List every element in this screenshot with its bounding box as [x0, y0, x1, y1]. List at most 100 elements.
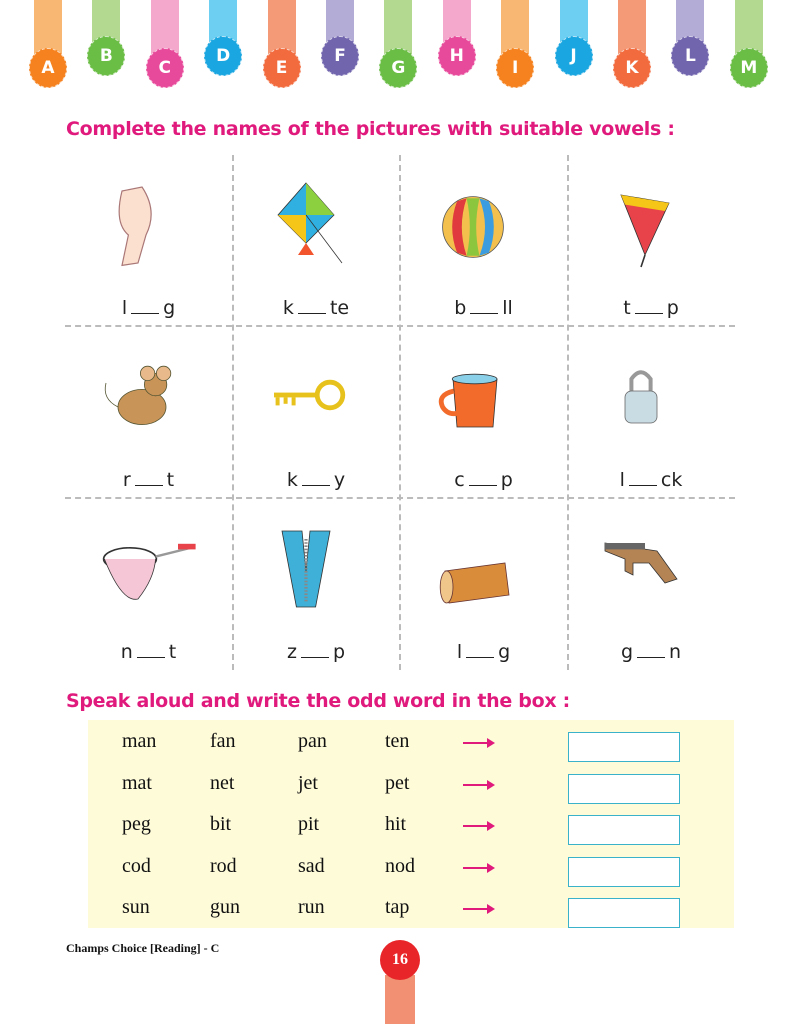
odd-word-row: mat net jet pet — [88, 766, 734, 806]
word-option: jet — [298, 771, 318, 794]
alphabet-letter-g: G — [379, 48, 418, 88]
picture-item: k te — [233, 155, 400, 327]
arrow-right-icon — [463, 821, 495, 831]
vowel-blank[interactable] — [637, 641, 665, 658]
vowel-word: nt — [65, 641, 232, 663]
word-end: ck — [660, 469, 683, 491]
vowel-blank[interactable] — [466, 641, 495, 658]
arrow-right-icon — [463, 862, 495, 873]
odd-word-row: man fan pan ten — [88, 724, 734, 764]
odd-word-row: cod rod sad nod — [88, 849, 734, 889]
answer-box[interactable] — [568, 773, 680, 804]
word-end: te — [329, 297, 350, 319]
zip-picture-icon — [281, 530, 330, 608]
vowel-word: zp — [233, 641, 400, 663]
word-option: pit — [298, 813, 320, 835]
alphabet-letter-m: M — [729, 48, 768, 88]
word-end: p — [666, 297, 679, 319]
page-tab — [385, 975, 415, 1024]
word-option: hit — [385, 813, 407, 835]
book-title: Champs Choice [Reading] - C — [66, 941, 220, 955]
word-end: p — [332, 641, 346, 663]
alphabet-letter-a: A — [29, 48, 67, 88]
picture-item: cp — [400, 327, 567, 499]
picture-item: b ll — [400, 155, 567, 327]
vowel-blank[interactable] — [628, 469, 657, 486]
key-picture-icon — [273, 379, 345, 411]
arrow-right-icon — [463, 904, 495, 914]
cup-picture-icon — [438, 373, 498, 428]
vowel-word: cp — [400, 469, 567, 491]
vowel-blank[interactable] — [297, 297, 326, 314]
vowel-blank[interactable] — [300, 641, 329, 658]
alphabet-letter-b: B — [87, 36, 126, 76]
vowel-word: rt — [65, 469, 232, 491]
section1-title: Complete the names of the pictures with … — [66, 118, 675, 140]
word-end: g — [163, 297, 176, 319]
word-option: pan — [298, 730, 327, 752]
vowel-word: gn — [568, 641, 735, 663]
odd-word-row: sun gun run tap — [88, 890, 734, 930]
alphabet-letter-d: D — [204, 36, 243, 76]
picture-item: l ck — [568, 327, 735, 499]
vowel-blank[interactable] — [136, 641, 165, 658]
word-start: k — [286, 469, 298, 491]
word-option: run — [298, 896, 325, 918]
word-end: p — [500, 469, 513, 491]
word-start: k — [282, 297, 294, 319]
vowel-blank[interactable] — [131, 297, 160, 314]
word-option: man — [122, 730, 157, 752]
vowel-blank[interactable] — [634, 297, 663, 314]
vowel-word: lg — [65, 297, 232, 319]
word-option: sun — [122, 896, 150, 918]
lock-picture-icon — [624, 370, 657, 424]
vowel-blank[interactable] — [468, 469, 497, 486]
arrow-right-icon — [463, 779, 495, 790]
word-start: l — [619, 469, 625, 491]
rat-picture-icon — [104, 365, 172, 425]
word-end: n — [669, 641, 682, 663]
word-start: c — [454, 469, 465, 491]
word-start: l — [456, 641, 463, 663]
word-option: nod — [385, 854, 415, 877]
picture-item: ky — [233, 327, 400, 499]
word-option: ten — [385, 730, 410, 752]
answer-box[interactable] — [568, 815, 680, 845]
word-end: y — [333, 469, 346, 491]
vowel-blank[interactable] — [134, 469, 163, 486]
word-end: ll — [502, 297, 513, 319]
picture-item: lg — [400, 499, 567, 671]
answer-box[interactable] — [568, 898, 680, 928]
section2-title: Speak aloud and write the odd word in th… — [66, 690, 570, 712]
picture-item: tp — [568, 155, 735, 327]
answer-box[interactable] — [568, 856, 680, 887]
picture-item: gn — [568, 499, 735, 671]
kite-picture-icon — [276, 182, 342, 264]
vowel-word: b ll — [400, 297, 567, 319]
vowel-blank[interactable] — [301, 469, 330, 486]
vowel-blank[interactable] — [470, 297, 499, 314]
word-start: b — [454, 297, 467, 319]
vowel-word: k te — [233, 297, 400, 319]
answer-box[interactable] — [568, 732, 680, 762]
picture-item: rt — [65, 327, 232, 499]
alphabet-letter-h: H — [437, 36, 476, 76]
word-option: pet — [385, 771, 410, 794]
word-option: cod — [122, 854, 151, 877]
vowel-word: ky — [233, 469, 400, 491]
gun-picture-icon — [604, 542, 678, 584]
word-start: n — [120, 641, 133, 663]
word-start: g — [620, 641, 633, 663]
word-option: bit — [210, 813, 232, 835]
arrow-right-icon — [463, 738, 495, 748]
word-option: rod — [210, 854, 237, 877]
alphabet-letter-c: C — [145, 48, 184, 88]
alphabet-tab — [501, 0, 530, 55]
alphabet-letter-i: I — [496, 48, 535, 88]
top-picture-icon — [619, 194, 670, 268]
word-start: t — [623, 297, 631, 319]
word-option: sad — [298, 854, 325, 877]
word-option: tap — [385, 896, 410, 918]
alphabet-tab — [34, 0, 62, 55]
net-picture-icon — [102, 543, 196, 600]
